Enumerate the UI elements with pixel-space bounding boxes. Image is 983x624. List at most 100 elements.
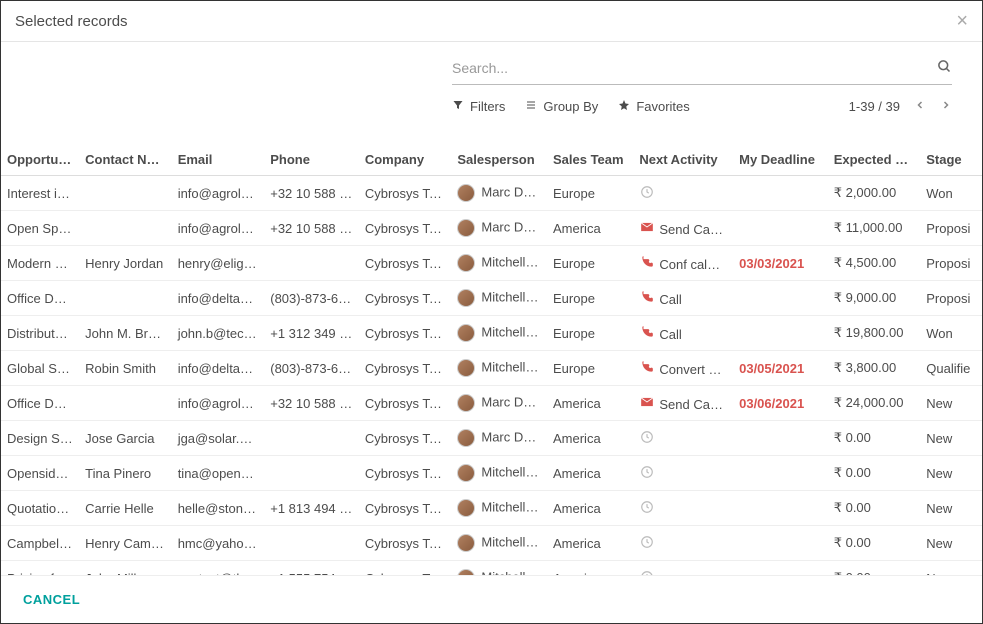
cell-deadline (733, 316, 828, 351)
salesperson-name: Marc D… (481, 429, 536, 444)
cell-salesperson: Mitchell… (451, 281, 547, 316)
cell-stage: New (920, 526, 982, 561)
avatar (457, 254, 475, 272)
cell-email: hmc@yahoo… (172, 526, 265, 561)
col-team[interactable]: Sales Team (547, 140, 633, 176)
col-phone[interactable]: Phone (264, 140, 359, 176)
activity-text: Conf cal… (659, 257, 720, 272)
cell-stage: New (920, 386, 982, 421)
cell-activity: Conf cal… (633, 246, 733, 281)
salesperson-name: Mitchell… (481, 569, 538, 575)
col-opportunity[interactable]: Opportu… (1, 140, 79, 176)
col-contact[interactable]: Contact Na… (79, 140, 172, 176)
cell-team: America (547, 386, 633, 421)
salesperson-name: Mitchell… (481, 289, 538, 304)
cell-activity (633, 561, 733, 576)
cell-stage: Won (920, 316, 982, 351)
groupby-button[interactable]: Group By (525, 99, 598, 114)
cell-revenue: ₹ 0.00 (828, 526, 921, 561)
avatar (457, 499, 475, 517)
cancel-button[interactable]: CANCEL (23, 592, 80, 607)
funnel-icon (452, 99, 464, 114)
cell-company: Cybrosys Te… (359, 176, 452, 211)
modal-scroll-area[interactable]: Filters Group By Favorites 1-39 / 39 (1, 42, 982, 575)
col-activity[interactable]: Next Activity (633, 140, 733, 176)
clock-icon (639, 185, 655, 202)
table-row[interactable]: Pricing for…John Millercontact@the…+1 55… (1, 561, 982, 576)
table-row[interactable]: Campbell: …Henry Camp…hmc@yahoo…Cybrosys… (1, 526, 982, 561)
cell-opportunity: Campbell: … (1, 526, 79, 561)
cell-revenue: ₹ 0.00 (828, 421, 921, 456)
cell-revenue: ₹ 0.00 (828, 456, 921, 491)
salesperson-name: Mitchell… (481, 534, 538, 549)
cell-email: john.b@tech… (172, 316, 265, 351)
clock-icon (639, 500, 655, 517)
table-row[interactable]: Modern O…Henry Jordanhenry@eligh…Cybrosy… (1, 246, 982, 281)
table-row[interactable]: Office Desi…info@agrolai…+32 10 588 …Cyb… (1, 386, 982, 421)
cell-company: Cybrosys Te… (359, 526, 452, 561)
col-salesperson[interactable]: Salesperson (451, 140, 547, 176)
cell-activity: Call (633, 316, 733, 351)
table-row[interactable]: Open Spac…info@agrolai…+32 10 588 …Cybro… (1, 211, 982, 246)
table-row[interactable]: Global Sol…Robin Smithinfo@deltap…(803)-… (1, 351, 982, 386)
pager-next-icon[interactable] (940, 99, 952, 114)
avatar (457, 569, 475, 575)
activity-text: Send Ca… (659, 397, 723, 412)
cell-phone: +32 10 588 … (264, 176, 359, 211)
col-stage[interactable]: Stage (920, 140, 982, 176)
cell-stage: New (920, 421, 982, 456)
cell-opportunity: Interest in … (1, 176, 79, 211)
table-row[interactable]: Office Desi…info@deltap…(803)-873-6…Cybr… (1, 281, 982, 316)
cell-revenue: ₹ 11,000.00 (828, 211, 921, 246)
table-row[interactable]: Opensides…Tina Pinerotina@opensi…Cybrosy… (1, 456, 982, 491)
cell-contact (79, 176, 172, 211)
cell-phone: +1 555 754… (264, 561, 359, 576)
cell-revenue: ₹ 0.00 (828, 491, 921, 526)
table-body: Interest in …info@agrolai…+32 10 588 …Cy… (1, 176, 982, 576)
cell-activity (633, 456, 733, 491)
cell-salesperson: Marc D… (451, 176, 547, 211)
toolbar: Filters Group By Favorites 1-39 / 39 (1, 42, 982, 114)
cell-stage: Proposi (920, 246, 982, 281)
cell-activity (633, 526, 733, 561)
col-deadline[interactable]: My Deadline (733, 140, 828, 176)
phone-icon (639, 255, 655, 272)
cell-contact: John Miller (79, 561, 172, 576)
activity-text: Send Ca… (659, 222, 723, 237)
table-row[interactable]: Interest in …info@agrolai…+32 10 588 …Cy… (1, 176, 982, 211)
cell-email: contact@the… (172, 561, 265, 576)
cell-deadline (733, 456, 828, 491)
avatar (457, 359, 475, 377)
col-email[interactable]: Email (172, 140, 265, 176)
search-icon[interactable] (937, 59, 952, 77)
cell-revenue: ₹ 19,800.00 (828, 316, 921, 351)
cell-deadline: 03/03/2021 (733, 246, 828, 281)
phone-icon (639, 360, 655, 377)
col-revenue[interactable]: Expected R… (828, 140, 921, 176)
modal-body: Filters Group By Favorites 1-39 / 39 (1, 42, 982, 575)
cell-contact (79, 281, 172, 316)
cell-deadline (733, 491, 828, 526)
favorites-button[interactable]: Favorites (618, 99, 689, 114)
phone-icon (639, 325, 655, 342)
cell-email: info@deltap… (172, 281, 265, 316)
cell-revenue: ₹ 2,000.00 (828, 176, 921, 211)
close-icon[interactable]: × (956, 11, 968, 31)
cell-salesperson: Mitchell… (451, 246, 547, 281)
avatar (457, 534, 475, 552)
search-input[interactable] (452, 56, 937, 80)
table-row[interactable]: Quotation …Carrie Hellehelle@stona…+1 81… (1, 491, 982, 526)
modal-title: Selected records (15, 13, 128, 30)
cell-revenue: ₹ 0.00 (828, 561, 921, 576)
cell-phone (264, 526, 359, 561)
table-row[interactable]: Distributor…John M. Bro…john.b@tech…+1 3… (1, 316, 982, 351)
cell-activity: Send Ca… (633, 386, 733, 421)
cell-opportunity: Opensides… (1, 456, 79, 491)
pager-prev-icon[interactable] (914, 99, 926, 114)
table-row[interactable]: Design Sof…Jose Garciajga@solar.ex…Cybro… (1, 421, 982, 456)
col-company[interactable]: Company (359, 140, 452, 176)
cell-contact: John M. Bro… (79, 316, 172, 351)
cell-company: Cybrosys Te… (359, 246, 452, 281)
mail-icon (639, 395, 655, 412)
filters-button[interactable]: Filters (452, 99, 505, 114)
